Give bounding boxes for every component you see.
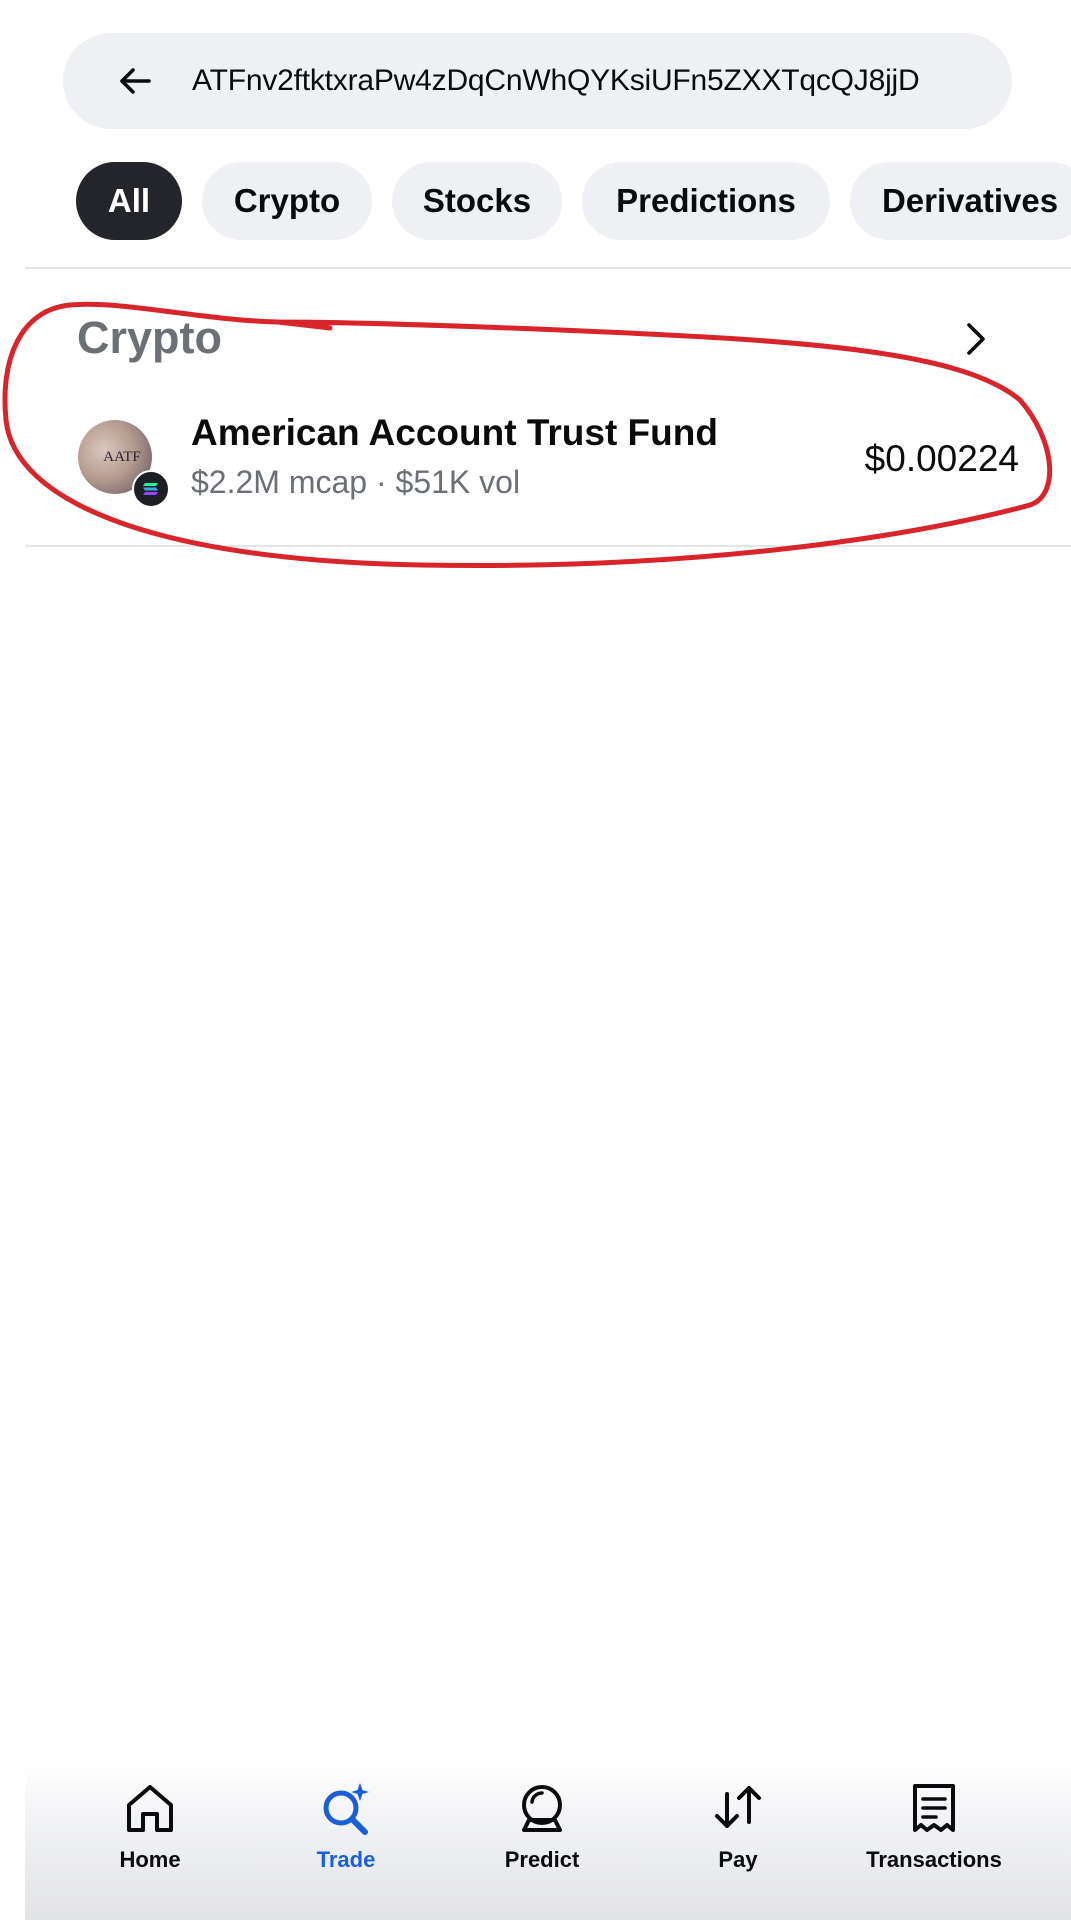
search-bar[interactable]: ATFnv2ftktxraPw4zDqCnWhQYKsiUFn5ZXXTqcQJ… <box>63 33 1012 129</box>
filter-tabs: All Crypto Stocks Predictions Derivative… <box>0 162 1071 242</box>
back-button[interactable] <box>102 48 168 114</box>
search-sparkle-icon <box>323 1783 369 1835</box>
token-logo-text: AATF <box>103 448 141 465</box>
bottom-nav: Home Trade Predict Pay Transactions <box>25 1760 1071 1920</box>
tab-predictions[interactable]: Predictions <box>582 162 830 240</box>
nav-trade[interactable]: Trade <box>248 1780 444 1890</box>
nav-predict[interactable]: Predict <box>444 1780 640 1890</box>
tab-derivatives[interactable]: Derivatives <box>850 162 1071 240</box>
asset-name: American Account Trust Fund <box>191 412 718 453</box>
divider <box>25 545 1071 547</box>
nav-label: Pay <box>718 1847 758 1872</box>
nav-label: Home <box>119 1847 181 1872</box>
home-icon <box>127 1785 173 1832</box>
arrow-left-icon <box>120 68 151 94</box>
nav-label: Predict <box>504 1847 580 1872</box>
chevron-right-icon[interactable] <box>952 314 1002 364</box>
nav-label: Trade <box>316 1847 376 1872</box>
section-title: Crypto <box>77 312 222 363</box>
solana-icon <box>132 470 170 508</box>
tab-stocks[interactable]: Stocks <box>392 162 562 240</box>
transfer-arrows-icon <box>715 1786 761 1828</box>
nav-label: Transactions <box>866 1847 1002 1872</box>
crystal-ball-icon <box>522 1785 562 1832</box>
divider <box>25 267 1071 269</box>
receipt-icon <box>913 1784 955 1832</box>
asset-price: $0.00224 <box>864 438 1019 479</box>
tab-all[interactable]: All <box>76 162 182 240</box>
nav-pay[interactable]: Pay <box>640 1780 836 1890</box>
asset-stats: $2.2M mcap · $51K vol <box>191 464 521 500</box>
search-input[interactable]: ATFnv2ftktxraPw4zDqCnWhQYKsiUFn5ZXXTqcQJ… <box>192 64 920 98</box>
nav-home[interactable]: Home <box>52 1780 248 1890</box>
list-item[interactable]: AATF American Account Trust Fund $2.2M m… <box>25 400 1071 520</box>
nav-transactions[interactable]: Transactions <box>836 1780 1032 1890</box>
tab-crypto[interactable]: Crypto <box>202 162 372 240</box>
